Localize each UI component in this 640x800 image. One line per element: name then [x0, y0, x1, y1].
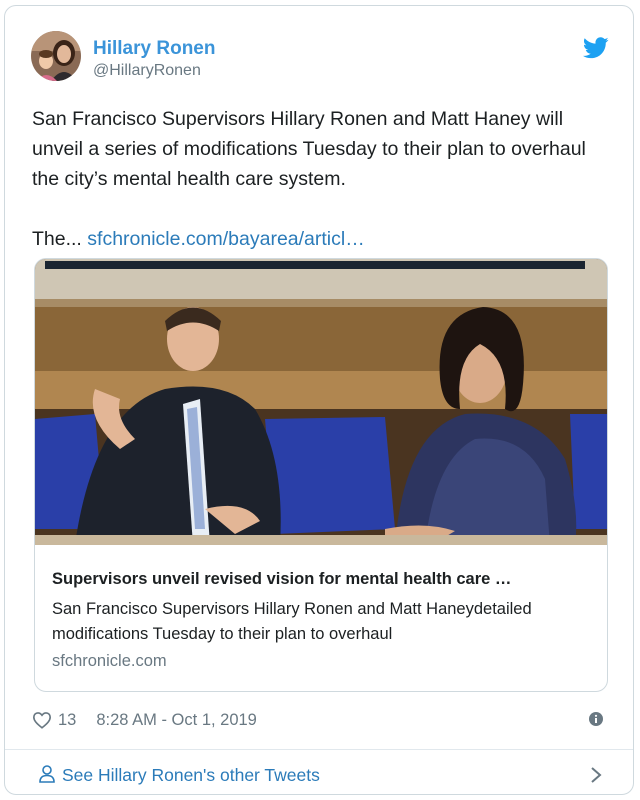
author-name[interactable]: Hillary Ronen	[93, 38, 215, 60]
tweet-body: San Francisco Supervisors Hillary Ronen …	[32, 104, 612, 254]
twitter-bird-icon[interactable]	[583, 37, 609, 59]
avatar-photo-icon	[31, 31, 81, 81]
tweet-continuation: The... sfchronicle.com/bayarea/articl…	[32, 224, 612, 254]
tweet-text: San Francisco Supervisors Hillary Ronen …	[32, 108, 586, 190]
truncated-prefix: The...	[32, 228, 88, 250]
card-domain: sfchronicle.com	[52, 652, 167, 670]
article-link[interactable]: sfchronicle.com/bayarea/articl…	[87, 228, 364, 250]
info-icon[interactable]	[588, 711, 604, 727]
embedded-tweet: Hillary Ronen @HillaryRonen San Francisc…	[4, 5, 634, 795]
like-count[interactable]: 13	[58, 711, 76, 730]
card-description: San Francisco Supervisors Hillary Ronen …	[52, 600, 532, 643]
tweet-footer: 13 8:28 AM - Oct 1, 2019	[32, 708, 257, 732]
article-photo-icon	[35, 259, 607, 545]
tweet-timestamp[interactable]: 8:28 AM - Oct 1, 2019	[96, 711, 257, 730]
see-other-tweets-link[interactable]: See Hillary Ronen's other Tweets	[5, 750, 633, 794]
avatar[interactable]	[31, 31, 81, 81]
link-preview-card[interactable]: Supervisors unveil revised vision for me…	[34, 258, 608, 692]
card-title: Supervisors unveil revised vision for me…	[52, 570, 512, 588]
heart-icon[interactable]	[32, 711, 52, 729]
chevron-right-icon	[591, 767, 602, 783]
tweet-header: Hillary Ronen @HillaryRonen	[5, 6, 633, 86]
see-other-tweets-label: See Hillary Ronen's other Tweets	[62, 765, 320, 785]
person-icon	[39, 765, 55, 783]
author-handle: @HillaryRonen	[93, 62, 201, 79]
